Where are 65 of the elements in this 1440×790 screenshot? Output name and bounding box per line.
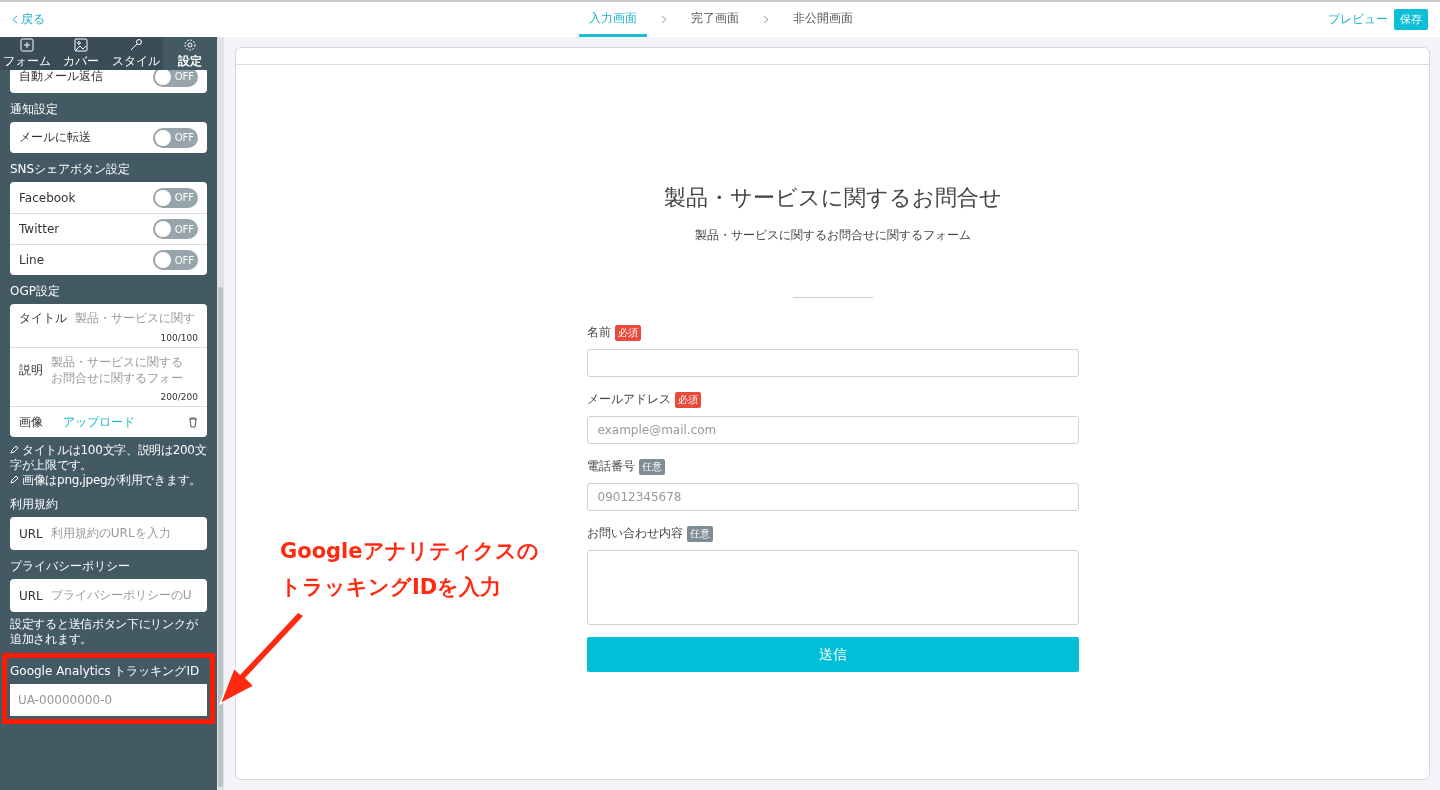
setting-label: Line bbox=[19, 253, 44, 267]
field-label: 説明 bbox=[19, 362, 43, 379]
required-tag: 任意 bbox=[686, 525, 713, 542]
hint-text: 設定すると送信ボタン下にリンクが追加されます。 bbox=[10, 617, 199, 647]
tracking-id-field[interactable]: UA-00000000-0 bbox=[10, 684, 207, 716]
section-title: SNSシェアボタン設定 bbox=[10, 161, 132, 178]
section-title: プライバシーポリシー bbox=[10, 558, 131, 575]
settings-icon bbox=[182, 37, 197, 52]
form-title: 製品・サービスに関するお問合せ bbox=[663, 184, 1002, 212]
back-link[interactable]: 戻る bbox=[12, 11, 45, 28]
field-label: 名前 bbox=[586, 324, 611, 341]
required-tag: 任意 bbox=[638, 458, 665, 475]
pencil-icon bbox=[10, 445, 19, 454]
pencil-icon bbox=[10, 475, 19, 484]
char-count: 200/200 bbox=[160, 392, 198, 402]
upload-link[interactable]: アップロード bbox=[63, 413, 188, 431]
toggle-switch[interactable]: OFF bbox=[153, 250, 198, 270]
sidebar-tab[interactable]: スタイル bbox=[108, 37, 163, 70]
url-field[interactable]: URL プライバシーポリシーのU bbox=[10, 579, 207, 612]
preview-link[interactable]: プレビュー bbox=[1328, 11, 1388, 28]
brush-icon bbox=[128, 37, 143, 52]
sidebar-tab[interactable]: 設定 bbox=[162, 37, 217, 70]
field-label: 画像 bbox=[19, 413, 43, 431]
setting-label: Facebook bbox=[19, 190, 76, 205]
form-subtitle: 製品・サービスに関するお問合せに関するフォーム bbox=[694, 227, 971, 244]
url-field[interactable]: URL 利用規約のURLを入力 bbox=[10, 517, 207, 550]
hint-text: タイトルは100文字、説明は200文字が上限です。 bbox=[10, 443, 207, 473]
scrollbar[interactable] bbox=[218, 287, 223, 787]
step-tab[interactable]: 非公開画面 bbox=[783, 2, 863, 37]
field-label: メールアドレス bbox=[586, 391, 671, 408]
char-count: 100/100 bbox=[160, 333, 198, 343]
section-title: 通知設定 bbox=[10, 101, 59, 118]
sidebar-tab[interactable]: カバー bbox=[54, 37, 109, 70]
setting-label: 自動メール返信 bbox=[19, 70, 103, 85]
input-field[interactable]: 09012345678 bbox=[586, 483, 1079, 511]
field-label: お問い合わせ内容 bbox=[586, 525, 683, 542]
field-label: 電話番号 bbox=[586, 458, 635, 475]
annotation-text: トラッキングIDを入力 bbox=[280, 574, 503, 601]
required-tag: 必須 bbox=[614, 324, 641, 341]
step-tab[interactable]: 完了画面 bbox=[681, 2, 749, 37]
message-textarea[interactable] bbox=[586, 550, 1079, 625]
sidebar-tab[interactable]: フォーム bbox=[0, 37, 55, 70]
trash-icon[interactable] bbox=[188, 416, 198, 428]
input-field[interactable]: example@mail.com bbox=[586, 416, 1079, 444]
toggle-switch[interactable]: OFF bbox=[153, 187, 198, 208]
field-label: タイトル bbox=[19, 310, 67, 327]
save-button[interactable]: 保存 bbox=[1394, 9, 1428, 30]
section-title: OGP設定 bbox=[10, 283, 61, 300]
annotation-text: Googleアナリティクスの bbox=[280, 538, 539, 565]
hint-text: 画像はpng,jpegが利用できます。 bbox=[10, 473, 207, 488]
setting-label: メールに転送 bbox=[19, 129, 91, 146]
chevron-icon bbox=[661, 15, 667, 24]
input-field[interactable] bbox=[586, 349, 1079, 377]
required-tag: 必須 bbox=[674, 391, 701, 408]
setting-label: Twitter bbox=[19, 222, 60, 236]
toggle-switch[interactable]: OFF bbox=[153, 70, 198, 87]
toggle-switch[interactable]: OFF bbox=[153, 127, 198, 148]
title-input[interactable]: 製品・サービスに関す bbox=[75, 310, 195, 327]
submit-button[interactable]: 送信 bbox=[586, 637, 1079, 672]
toggle-switch[interactable]: OFF bbox=[153, 219, 198, 239]
description-textarea[interactable]: 製品・サービスに関するお問合せに関するフォー bbox=[51, 354, 191, 386]
chevron-icon bbox=[763, 15, 769, 24]
back-chevron-icon bbox=[12, 15, 18, 24]
section-title: 利用規約 bbox=[10, 496, 59, 513]
section-title: Google Analytics トラッキングID bbox=[10, 663, 201, 680]
